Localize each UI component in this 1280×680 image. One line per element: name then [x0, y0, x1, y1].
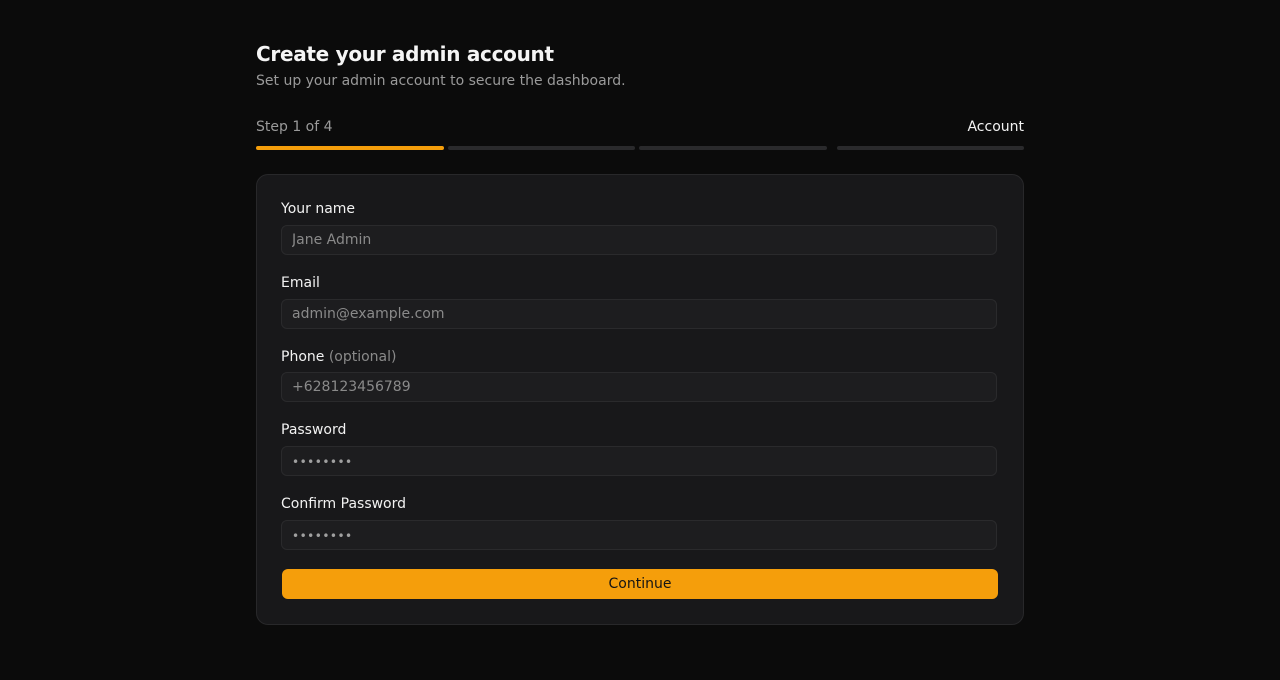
progress-segment-3 — [639, 146, 827, 150]
confirm-password-label: Confirm Password — [281, 496, 407, 512]
step-name: Account — [967, 119, 1024, 135]
email-input[interactable] — [281, 299, 997, 329]
progress-segment-2 — [448, 146, 635, 150]
email-label: Email — [281, 275, 320, 291]
continue-button[interactable]: Continue — [282, 569, 998, 599]
page-title: Create your admin account — [256, 42, 554, 66]
confirm-password-input[interactable]: •••••••• — [281, 520, 997, 550]
phone-input[interactable] — [281, 372, 997, 402]
phone-label-text: Phone — [281, 349, 325, 365]
step-progress-bar — [256, 146, 1024, 150]
password-input[interactable]: •••••••• — [281, 446, 997, 476]
name-label: Your name — [281, 201, 356, 217]
phone-label: Phone (optional) — [281, 349, 397, 365]
progress-segment-4 — [837, 146, 1024, 150]
page-subtitle: Set up your admin account to secure the … — [256, 73, 626, 89]
optional-hint: (optional) — [328, 349, 397, 365]
password-label: Password — [281, 422, 347, 438]
progress-segment-1 — [256, 146, 444, 150]
name-input[interactable] — [281, 225, 997, 255]
step-counter: Step 1 of 4 — [256, 119, 333, 135]
account-form-card: Your name Email Phone (optional) Passwor… — [256, 174, 1024, 625]
